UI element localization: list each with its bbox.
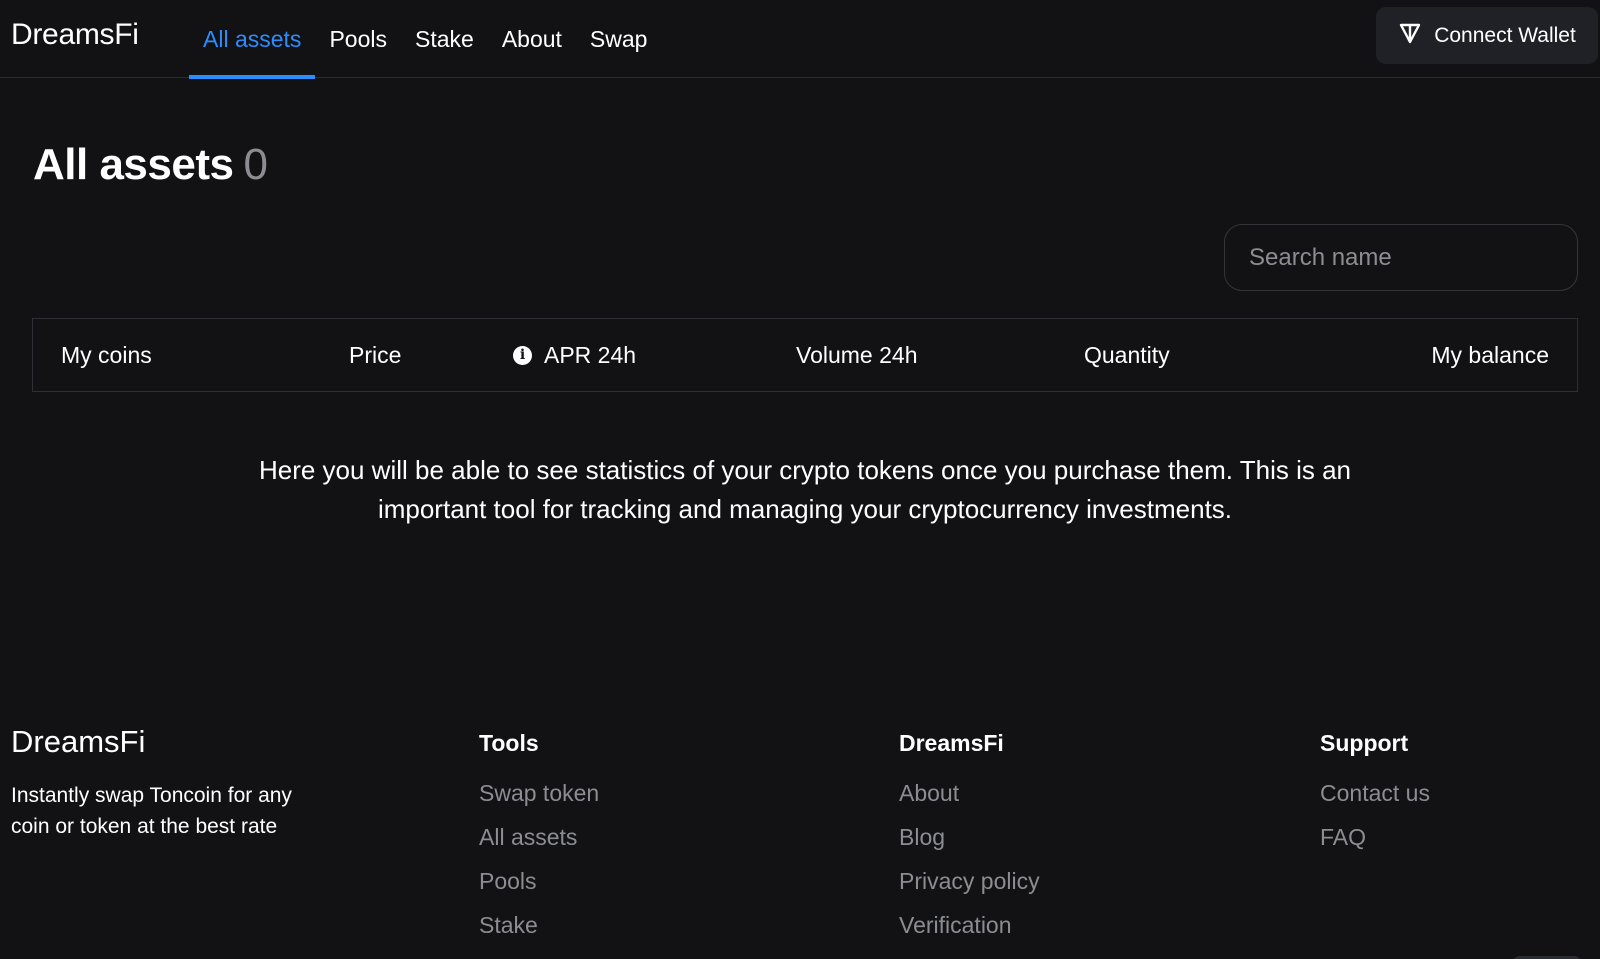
column-apr-label: APR 24h xyxy=(544,341,637,368)
top-bar: DreamsFi All assets Pools Stake About Sw… xyxy=(0,0,1600,79)
ton-logo-icon xyxy=(1398,22,1422,50)
column-my-balance[interactable]: My balance xyxy=(1431,319,1549,391)
footer-column-dreamsfi: DreamsFi About Blog Privacy policy Verif… xyxy=(899,730,1040,955)
search-input[interactable] xyxy=(1249,243,1577,272)
assets-count: 0 xyxy=(243,140,268,189)
page-title: All assets 0 xyxy=(33,140,268,190)
footer-link-swap-token[interactable]: Swap token xyxy=(479,779,599,807)
footer-link-blog[interactable]: Blog xyxy=(899,823,1040,851)
footer-link-privacy-policy[interactable]: Privacy policy xyxy=(899,867,1040,895)
column-volume-24h[interactable]: Volume 24h xyxy=(796,319,917,391)
search-box[interactable] xyxy=(1224,224,1578,291)
column-quantity[interactable]: Quantity xyxy=(1084,319,1170,391)
main-nav: All assets Pools Stake About Swap xyxy=(189,0,662,79)
footer-link-stake[interactable]: Stake xyxy=(479,911,599,939)
assets-table-header: My coins Price i APR 24h Volume 24h Quan… xyxy=(32,318,1578,392)
footer-column-title: Support xyxy=(1320,730,1409,756)
page-title-text: All assets xyxy=(33,140,234,189)
site-logo[interactable]: DreamsFi xyxy=(11,18,139,52)
footer-column-tools: Tools Swap token All assets Pools Stake xyxy=(479,730,599,955)
footer-link-verification[interactable]: Verification xyxy=(899,911,1040,939)
nav-pools[interactable]: Pools xyxy=(315,0,401,78)
footer-column-title: DreamsFi xyxy=(899,730,1004,756)
footer-brand: DreamsFi Instantly swap Toncoin for any … xyxy=(11,724,321,842)
column-apr-24h[interactable]: i APR 24h xyxy=(513,319,636,391)
footer-column-support: Support Contact us FAQ xyxy=(1320,730,1430,867)
footer-logo[interactable]: DreamsFi xyxy=(11,724,321,760)
footer-link-contact-us[interactable]: Contact us xyxy=(1320,779,1430,807)
footer-link-faq[interactable]: FAQ xyxy=(1320,823,1430,851)
empty-state-message: Here you will be able to see statistics … xyxy=(258,455,1352,524)
nav-all-assets[interactable]: All assets xyxy=(189,0,316,79)
column-price[interactable]: Price xyxy=(349,319,401,391)
connect-wallet-button[interactable]: Connect Wallet xyxy=(1376,7,1598,64)
footer-link-all-assets[interactable]: All assets xyxy=(479,823,599,851)
nav-stake[interactable]: Stake xyxy=(401,0,488,78)
footer: DreamsFi Instantly swap Toncoin for any … xyxy=(0,718,1600,959)
column-my-coins[interactable]: My coins xyxy=(61,319,152,391)
footer-link-about[interactable]: About xyxy=(899,779,1040,807)
footer-column-title: Tools xyxy=(479,730,539,756)
footer-tagline: Instantly swap Toncoin for any coin or t… xyxy=(11,784,292,838)
nav-about[interactable]: About xyxy=(488,0,576,78)
nav-swap[interactable]: Swap xyxy=(576,0,662,78)
footer-link-pools[interactable]: Pools xyxy=(479,867,599,895)
info-icon[interactable]: i xyxy=(513,345,532,365)
main-content: All assets0 My coins Price i APR 24h Vol… xyxy=(0,78,1600,718)
connect-wallet-label: Connect Wallet xyxy=(1434,23,1576,47)
